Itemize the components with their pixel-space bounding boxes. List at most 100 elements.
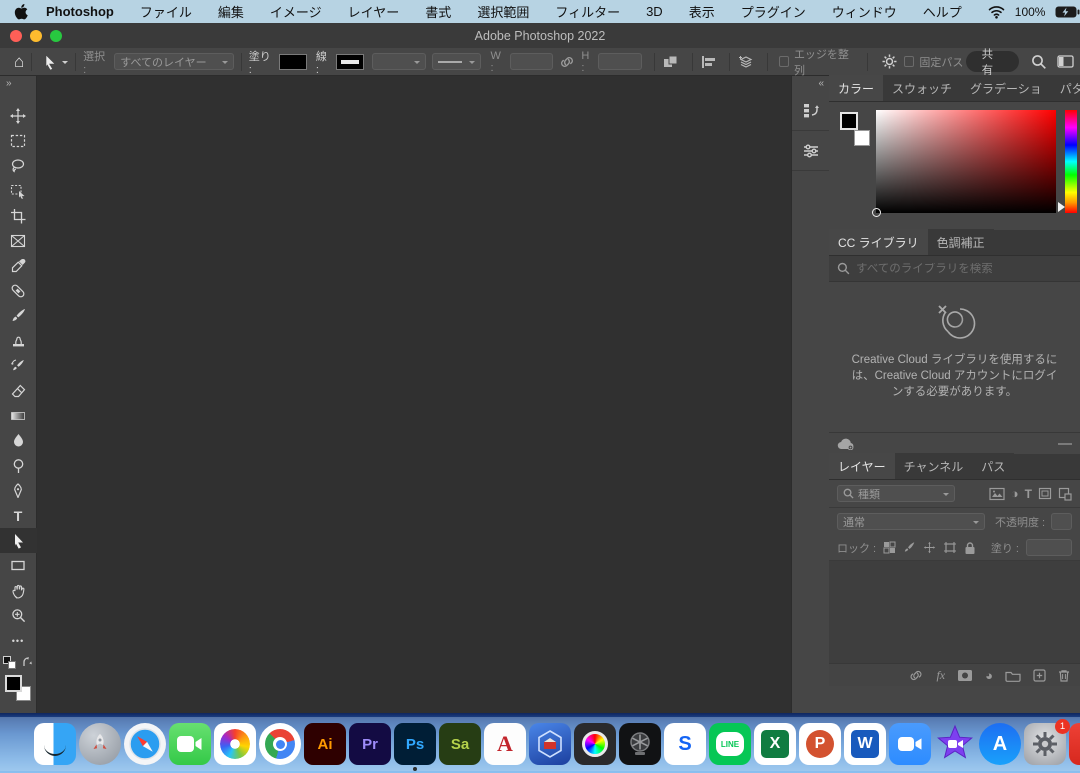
new-group-icon[interactable] (1005, 669, 1021, 682)
menu-item-help[interactable]: ヘルプ (923, 2, 962, 21)
menu-item-plugins[interactable]: プラグイン (741, 2, 806, 21)
tool-clone-stamp[interactable] (0, 328, 37, 353)
dock-premiere-pro[interactable]: Pr (349, 723, 391, 765)
menu-item-edit[interactable]: 編集 (218, 2, 244, 21)
path-alignment-icon[interactable] (700, 54, 717, 70)
dock-powerpoint[interactable]: P (799, 723, 841, 765)
menu-item-image[interactable]: イメージ (270, 2, 322, 21)
tool-more-options[interactable]: ••• (0, 628, 37, 653)
filter-smart-objects-icon[interactable] (1058, 487, 1072, 501)
document-canvas-empty[interactable] (38, 76, 791, 713)
filter-type-layers-icon[interactable]: T (1025, 487, 1032, 501)
menu-item-type[interactable]: 書式 (425, 2, 451, 21)
dock-substance-3d[interactable]: S (664, 723, 706, 765)
tool-dodge[interactable] (0, 453, 37, 478)
tab-layers[interactable]: レイヤー (829, 453, 895, 479)
tool-type[interactable]: T (0, 503, 37, 528)
constrain-path-checkbox[interactable] (904, 56, 914, 67)
stroke-width-dropdown[interactable] (372, 53, 427, 70)
dock-safari[interactable] (124, 723, 166, 765)
menu-item-file[interactable]: ファイル (140, 2, 192, 21)
menu-item-window[interactable]: ウィンドウ (832, 2, 897, 21)
dock-finder[interactable] (34, 723, 76, 765)
tool-rectangle-shape[interactable] (0, 553, 37, 578)
tab-paths[interactable]: パス (972, 453, 1014, 479)
dock-app-store[interactable]: A (979, 723, 1021, 765)
filter-shape-layers-icon[interactable] (1038, 487, 1052, 500)
tool-zoom[interactable] (0, 603, 37, 628)
filter-adjustment-layers-icon[interactable]: ◑ (1011, 486, 1019, 501)
delete-layer-icon[interactable] (1058, 669, 1070, 682)
tool-rectangular-marquee[interactable] (0, 128, 37, 153)
layer-filter-dropdown[interactable]: 種類 (837, 485, 955, 502)
lock-artboard-icon[interactable] (943, 541, 957, 554)
dock-chrome[interactable] (259, 723, 301, 765)
align-edges-checkbox[interactable] (779, 56, 789, 67)
layer-effects-icon[interactable]: fx (936, 668, 945, 683)
workspace-switcher-icon[interactable] (1057, 54, 1074, 69)
default-colors-icon[interactable] (3, 656, 16, 669)
layers-list-empty[interactable] (829, 561, 1080, 663)
menu-item-layer[interactable]: レイヤー (348, 2, 400, 21)
dock-word[interactable]: W (844, 723, 886, 765)
new-adjustment-layer-icon[interactable]: ◕ (985, 668, 993, 683)
tab-channels[interactable]: チャンネル (895, 453, 973, 479)
dock-final-cut-pro[interactable] (574, 723, 616, 765)
filter-pixel-layers-icon[interactable] (989, 487, 1005, 501)
select-scope-dropdown[interactable]: すべてのレイヤー (114, 53, 234, 70)
tool-object-selection[interactable] (0, 178, 37, 203)
tool-history-brush[interactable] (0, 353, 37, 378)
menu-item-view[interactable]: 表示 (689, 2, 715, 21)
new-layer-icon[interactable] (1033, 669, 1046, 682)
path-operations-icon[interactable] (662, 54, 680, 70)
dock-facetime[interactable] (169, 723, 211, 765)
apple-menu-icon[interactable] (14, 4, 28, 20)
stroke-type-dropdown[interactable] (432, 53, 481, 70)
tab-patterns[interactable]: パターン (1051, 75, 1080, 101)
tool-crop[interactable] (0, 203, 37, 228)
tool-lasso[interactable] (0, 153, 37, 178)
collapse-panels-icon[interactable]: « (792, 76, 829, 91)
dock-photos[interactable] (214, 723, 256, 765)
cloud-sync-icon[interactable] (837, 437, 855, 450)
tool-hand[interactable] (0, 578, 37, 603)
lock-transparent-icon[interactable] (883, 541, 896, 554)
tool-spot-healing-brush[interactable] (0, 278, 37, 303)
dock-zoom-app[interactable] (889, 723, 931, 765)
dock-disk-speed-app[interactable] (619, 723, 661, 765)
share-button[interactable]: 共有 (966, 51, 1019, 72)
width-input[interactable] (510, 53, 554, 70)
picker-fg-bg-swatches[interactable] (840, 112, 870, 146)
tab-gradients[interactable]: グラデーショ (961, 75, 1051, 101)
lock-position-icon[interactable] (923, 541, 936, 554)
foreground-background-swatches[interactable] (5, 675, 31, 701)
dock-photoshop[interactable]: Ps (394, 723, 436, 765)
home-icon[interactable]: ⌂ (14, 52, 24, 72)
path-arrangement-icon[interactable] (737, 53, 755, 70)
stroke-color-swatch[interactable] (336, 54, 364, 70)
foreground-color-swatch[interactable] (5, 675, 22, 692)
history-panel-icon[interactable] (792, 91, 830, 131)
tab-adjustments[interactable]: 色調補正 (928, 229, 994, 255)
dock-line[interactable]: LINE (709, 723, 751, 765)
tool-move[interactable] (0, 103, 37, 128)
dock-autocad[interactable]: A (484, 723, 526, 765)
link-layers-icon[interactable] (908, 669, 924, 682)
lock-all-icon[interactable] (964, 541, 976, 555)
menu-app-name[interactable]: Photoshop (46, 4, 114, 19)
tool-brush[interactable] (0, 303, 37, 328)
dock-illustrator[interactable]: Ai (304, 723, 346, 765)
wifi-icon[interactable] (988, 5, 1005, 19)
tab-swatches[interactable]: スウォッチ (883, 75, 961, 101)
picker-background-swatch[interactable] (854, 130, 870, 146)
link-dimensions-icon[interactable] (559, 55, 575, 69)
fill-input[interactable] (1026, 539, 1072, 556)
cc-library-search[interactable] (829, 256, 1080, 282)
picker-foreground-swatch[interactable] (840, 112, 858, 130)
lock-pixels-icon[interactable] (903, 541, 916, 554)
menu-item-select[interactable]: 選択範囲 (477, 2, 529, 21)
opacity-input[interactable] (1051, 513, 1072, 530)
search-icon[interactable] (1031, 54, 1047, 70)
properties-panel-icon[interactable] (792, 131, 830, 171)
dock-excel[interactable]: X (754, 723, 796, 765)
